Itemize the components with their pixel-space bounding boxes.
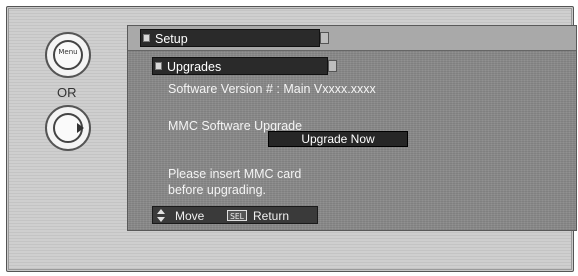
scroll-cap-icon (320, 32, 329, 44)
tv-screen-frame: Menu OR Setup Upgrades Software Version … (6, 6, 577, 272)
upgrades-title-text: Upgrades (167, 60, 222, 74)
return-label: Return (253, 209, 290, 223)
osd-panel: Setup Upgrades Software Version # : Main… (127, 25, 577, 231)
right-arrow-icon (77, 123, 84, 133)
setup-title-text: Setup (155, 32, 188, 46)
move-label: Move (175, 209, 205, 223)
sel-key-icon: SEL (227, 210, 247, 221)
insert-card-message-line1: Please insert MMC card (168, 167, 302, 181)
menu-upgrades-title[interactable]: Upgrades (152, 57, 337, 75)
tv-screen: Menu OR Setup Upgrades Software Version … (8, 8, 577, 270)
up-arrow-icon (157, 209, 165, 214)
submenu-scroll-cap-icon (328, 60, 337, 72)
upgrade-now-button[interactable]: Upgrade Now (268, 131, 408, 147)
or-label: OR (57, 85, 77, 100)
down-arrow-icon (157, 217, 165, 222)
insert-card-message-line2: before upgrading. (168, 183, 266, 197)
software-version: Software Version # : Main Vxxxx.xxxx (168, 82, 376, 96)
remote-right-button[interactable] (45, 105, 91, 151)
remote-menu-button[interactable]: Menu (45, 32, 91, 78)
menu-tick-icon (143, 34, 150, 42)
submenu-tick-icon (155, 62, 162, 70)
osd-footer: Move SEL Return (152, 206, 318, 224)
menu-button-label: Menu (58, 48, 78, 56)
up-down-arrows-icon (157, 209, 165, 223)
menu-setup-title[interactable]: Setup (140, 29, 329, 47)
